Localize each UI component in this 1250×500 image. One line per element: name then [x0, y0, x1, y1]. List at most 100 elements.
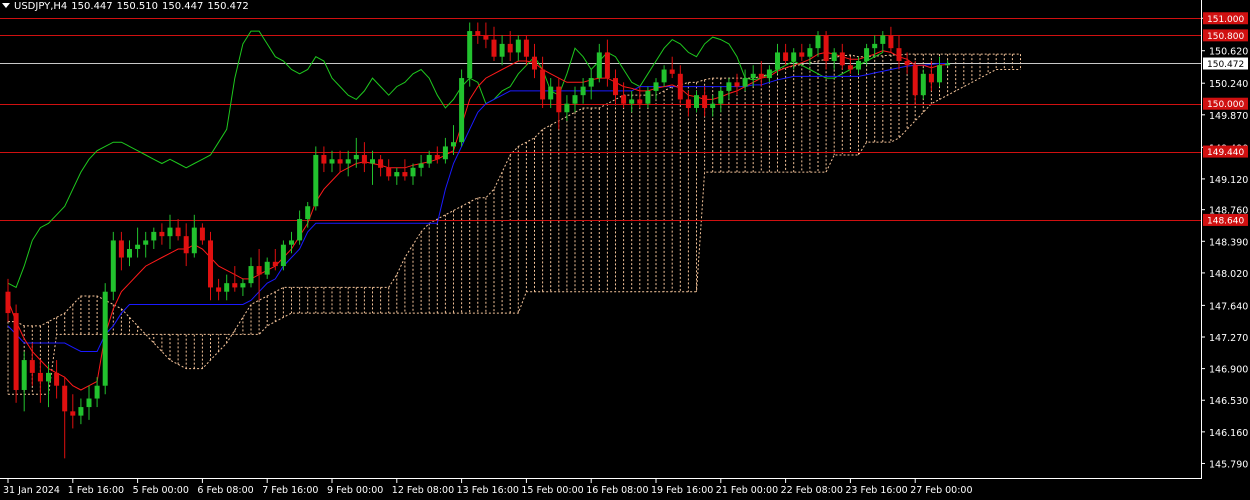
candle-bear	[475, 31, 481, 36]
level-tag-label: 148.640	[1207, 216, 1244, 226]
candle-bear	[621, 95, 627, 104]
candle-bear	[847, 65, 853, 70]
candle-bull	[289, 240, 294, 245]
candle-bull	[224, 283, 230, 292]
time-tick-label: 16 Feb 08:00	[586, 485, 648, 496]
level-tag-label: 149.440	[1207, 148, 1244, 158]
time-tick-label: 21 Feb 00:00	[716, 485, 778, 496]
time-tick-label: 12 Feb 08:00	[392, 485, 454, 496]
price-tick-label: 147.640	[1209, 301, 1248, 312]
candle-bear	[532, 56, 537, 70]
candle-bear	[677, 73, 683, 100]
candle-bull	[297, 219, 303, 241]
time-tick-label: 31 Jan 2024	[3, 485, 60, 496]
candle-bear	[702, 95, 708, 108]
candle-bear	[556, 86, 562, 113]
price-tick-label: 148.020	[1209, 269, 1248, 280]
menu-triangle-icon[interactable]	[2, 3, 10, 8]
candle-bear	[928, 73, 934, 83]
candle-bear	[208, 240, 213, 288]
candle-bear	[758, 73, 764, 79]
candle-bear	[669, 69, 675, 74]
close-value: 150.472	[207, 1, 249, 12]
candle-bear	[29, 360, 35, 373]
candle-bull	[694, 95, 699, 108]
chart-title-bar[interactable]: USDJPY,H4 150.447 150.510 150.447 150.472	[2, 1, 253, 12]
time-tick-label: 15 Feb 00:00	[521, 485, 583, 496]
candle-bear	[216, 287, 222, 292]
candle-bull	[248, 266, 254, 284]
candle-bull	[766, 69, 772, 79]
candle-bull	[726, 82, 732, 91]
candle-bull	[629, 99, 635, 104]
candle-bear	[799, 52, 805, 57]
candle-bull	[240, 283, 246, 288]
open-value: 150.447	[71, 1, 113, 12]
candle-bear	[232, 283, 238, 288]
current-price-label: 150.472	[1207, 60, 1244, 70]
time-tick-label: 5 Feb 00:00	[133, 485, 189, 496]
candle-bear	[402, 172, 408, 177]
candle-bull	[345, 159, 351, 164]
candle-bear	[839, 52, 845, 66]
time-tick-label: 6 Feb 08:00	[197, 485, 253, 496]
candle-bear	[159, 231, 165, 237]
price-tick-label: 150.620	[1209, 47, 1248, 58]
low-value: 150.447	[162, 1, 204, 12]
candle-bull	[86, 398, 92, 408]
candle-bull	[467, 31, 473, 79]
candle-bull	[191, 227, 197, 254]
candle-bull	[313, 154, 319, 207]
candle-bear	[199, 227, 205, 241]
time-tick-label: 1 Feb 16:00	[68, 485, 124, 496]
candle-bull	[410, 167, 416, 177]
level-tag-label: 151.000	[1207, 15, 1244, 25]
symbol-label: USDJPY,H4	[14, 1, 68, 12]
price-chart[interactable]: 151.000150.620150.240149.870149.490149.1…	[0, 0, 1250, 500]
candle-bull	[588, 78, 594, 87]
candle-bull	[451, 142, 456, 147]
candle-bear	[896, 48, 902, 61]
candle-bull	[499, 43, 505, 57]
candle-bull	[127, 248, 132, 258]
candle-bull	[46, 372, 51, 382]
candle-bull	[742, 78, 748, 87]
candle-bull	[394, 172, 400, 177]
candle-bull	[572, 95, 578, 104]
candle-bear	[118, 240, 124, 258]
chart-window[interactable]: 151.000150.620150.240149.870149.490149.1…	[0, 0, 1250, 500]
candle-bear	[37, 372, 43, 382]
level-tag-label: 150.000	[1207, 100, 1244, 110]
candle-bull	[94, 385, 100, 399]
candle-bull	[353, 154, 359, 160]
candle-bear	[685, 99, 691, 108]
candle-bull	[718, 90, 724, 104]
candle-bull	[937, 65, 942, 83]
candle-bull	[645, 90, 651, 104]
candle-bear	[5, 291, 11, 314]
candle-bear	[62, 385, 68, 412]
candle-bear	[507, 43, 513, 53]
candle-bull	[791, 52, 797, 61]
candle-bull	[21, 360, 27, 390]
candle-bear	[904, 60, 910, 66]
candle-bear	[175, 227, 181, 237]
candle-bear	[483, 35, 489, 40]
candle-bull	[750, 73, 756, 79]
candle-bear	[604, 52, 610, 79]
time-tick-label: 9 Feb 00:00	[327, 485, 383, 496]
candle-bull	[110, 240, 116, 292]
candle-bear	[783, 52, 789, 61]
price-tick-label: 146.530	[1209, 396, 1248, 407]
candle-bull	[815, 35, 821, 49]
candle-bull	[872, 43, 878, 49]
price-tick-label: 148.390	[1209, 237, 1248, 248]
candle-bear	[888, 35, 894, 49]
candle-bull	[653, 82, 659, 91]
candle-bull	[102, 291, 108, 386]
candle-bull	[305, 206, 311, 220]
time-tick-label: 23 Feb 16:00	[845, 485, 907, 496]
candle-bull	[920, 73, 926, 96]
candle-bull	[710, 103, 716, 108]
candle-bull	[564, 103, 570, 113]
